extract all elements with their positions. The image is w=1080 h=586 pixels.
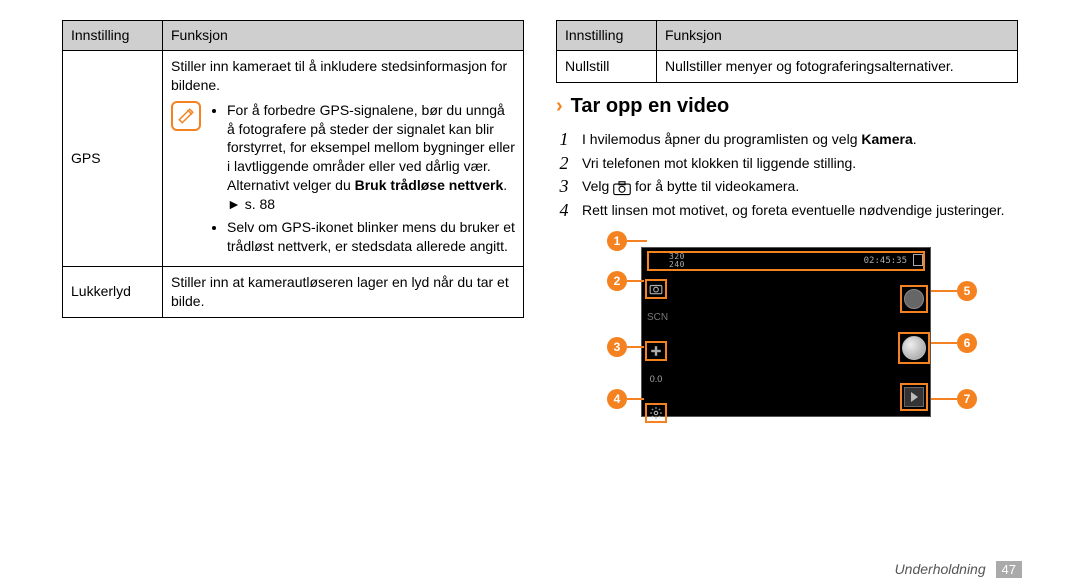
step-3: 3 Velg for å bytte til videokamera.: [556, 177, 1018, 197]
camera-switch-icon: [613, 181, 631, 195]
step-4: 4 Rett linsen mot motivet, og foreta eve…: [556, 201, 1018, 221]
step-1-text: I hvilemodus åpner du programlisten og v…: [582, 130, 1018, 149]
step-2: 2 Vri telefonen mot klokken til liggende…: [556, 154, 1018, 174]
pencil-note-icon: [171, 101, 201, 131]
camera-mode-switch: [900, 285, 928, 313]
resolution-indicator: 320 240: [669, 253, 685, 269]
camera-screen: [641, 247, 931, 417]
page-number: 47: [996, 561, 1022, 578]
table-row: Lukkerlyd Stiller inn at kamerautløseren…: [63, 266, 524, 317]
gps-bullet-1: For å forbedre GPS-signalene, bør du unn…: [227, 101, 515, 214]
storage-icon: [913, 254, 923, 266]
callout-4: 4: [607, 389, 627, 409]
exposure-value: 0.0: [647, 373, 665, 391]
callout-5: 5: [957, 281, 977, 301]
footer-section: Underholdning: [895, 561, 986, 577]
row-shutter-desc: Stiller inn at kamerautløseren lager en …: [163, 266, 524, 317]
camera-right-controls: [901, 285, 927, 411]
section-title: Tar opp en video: [571, 93, 730, 120]
callout-2: 2: [607, 271, 627, 291]
row-reset-desc: Nullstiller menyer og fotograferingsalte…: [657, 50, 1018, 82]
gps-bullet-2: Selv om GPS-ikonet blinker mens du bruke…: [227, 218, 515, 256]
step-1: 1 I hvilemodus åpner du programlisten og…: [556, 130, 1018, 150]
callout-3: 3: [607, 337, 627, 357]
gps-note-list: For å forbedre GPS-signalene, bør du unn…: [209, 101, 515, 260]
table-row: Nullstill Nullstiller menyer og fotograf…: [557, 50, 1018, 82]
section-heading: › Tar opp en video: [556, 93, 1018, 120]
settings-table-gps: Innstilling Funksjon GPS Stiller inn kam…: [62, 20, 524, 318]
settings-table-reset: Innstilling Funksjon Nullstill Nullstill…: [556, 20, 1018, 83]
row-gps-label: GPS: [63, 50, 163, 266]
row-shutter-label: Lukkerlyd: [63, 266, 163, 317]
callout-1: 1: [607, 231, 627, 251]
right-column: Innstilling Funksjon Nullstill Nullstill…: [544, 20, 1030, 576]
th-setting-r: Innstilling: [557, 21, 657, 51]
scene-mode-label: SCN: [647, 311, 665, 329]
shutter-button: [898, 332, 930, 364]
th-setting: Innstilling: [63, 21, 163, 51]
record-timer: 02:45:35: [864, 255, 907, 267]
callout-6: 6: [957, 333, 977, 353]
left-column: Innstilling Funksjon GPS Stiller inn kam…: [50, 20, 536, 576]
mode-toggle-icon: [645, 279, 667, 299]
steps-list: 1 I hvilemodus åpner du programlisten og…: [556, 130, 1018, 221]
chevron-right-icon: ›: [556, 93, 563, 120]
camera-left-controls: SCN 0.0: [644, 279, 668, 423]
gallery-play-button: [900, 383, 928, 411]
row-gps-desc: Stiller inn kameraet til å inkludere ste…: [163, 50, 524, 266]
settings-gear-icon: [645, 403, 667, 423]
th-function-r: Funksjon: [657, 21, 1018, 51]
camera-figure: 320 240 02:45:35 SCN 0.0: [577, 229, 997, 429]
gps-intro: Stiller inn kameraet til å inkludere ste…: [171, 57, 515, 95]
th-function: Funksjon: [163, 21, 524, 51]
callout-7: 7: [957, 389, 977, 409]
page-footer: Underholdning 47: [895, 561, 1022, 578]
exposure-control: [645, 341, 667, 361]
row-reset-label: Nullstill: [557, 50, 657, 82]
step-3-text: Velg for å bytte til videokamera.: [582, 177, 1018, 196]
table-row: GPS Stiller inn kameraet til å inkludere…: [63, 50, 524, 266]
